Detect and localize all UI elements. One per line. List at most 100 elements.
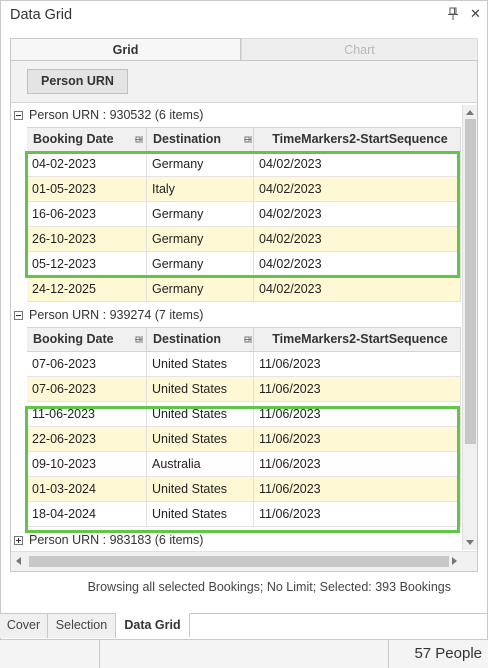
group-by-chip-person-urn[interactable]: Person URN (27, 69, 128, 94)
table-row[interactable]: 07-06-2023 United States 11/06/2023 (27, 352, 461, 377)
data-grid: Person URN : 930532 (6 items) Booking Dat… (11, 105, 461, 550)
table-cell[interactable]: 26-10-2023 (27, 227, 147, 251)
table-cell[interactable]: Germany (147, 227, 254, 251)
table-cell[interactable]: 11/06/2023 (254, 502, 461, 526)
table-cell[interactable]: 01-03-2024 (27, 477, 147, 501)
table-cell[interactable]: 24-12-2025 (27, 277, 147, 301)
vertical-scroll-thumb[interactable] (465, 119, 476, 444)
group-by-panel: Person URN (11, 61, 477, 103)
column-pin-icon[interactable] (134, 334, 143, 345)
table-cell[interactable]: 04/02/2023 (254, 177, 461, 201)
column-pin-icon[interactable] (134, 134, 143, 145)
table-cell[interactable]: 11/06/2023 (254, 402, 461, 426)
table-cell[interactable]: 04/02/2023 (254, 227, 461, 251)
group-row[interactable]: Person URN : 939274 (7 items) (11, 305, 461, 327)
column-header[interactable]: TimeMarkers2-StartSequence (254, 328, 461, 351)
table-row[interactable]: 22-06-2023 United States 11/06/2023 (27, 427, 461, 452)
table-cell[interactable]: 11-06-2023 (27, 402, 147, 426)
table-cell[interactable]: United States (147, 402, 254, 426)
table-cell[interactable]: 11/06/2023 (254, 427, 461, 451)
column-header[interactable]: Booking Date (27, 328, 147, 351)
table-cell[interactable]: United States (147, 502, 254, 526)
table-cell[interactable]: Germany (147, 277, 254, 301)
tab-cover[interactable]: Cover (0, 614, 48, 638)
tab-data-grid[interactable]: Data Grid (116, 613, 190, 637)
table-cell[interactable]: 04/02/2023 (254, 252, 461, 276)
window-title: Data Grid (10, 7, 73, 23)
table-cell[interactable]: 16-06-2023 (27, 202, 147, 226)
table-cell[interactable]: United States (147, 352, 254, 376)
table-cell[interactable]: 05-12-2023 (27, 252, 147, 276)
window-titlebar: Data Grid ✕ (0, 0, 488, 30)
group-row[interactable]: Person URN : 930532 (6 items) (11, 105, 461, 127)
table-row[interactable]: 26-10-2023 Germany 04/02/2023 (27, 227, 461, 252)
table-cell[interactable]: 07-06-2023 (27, 377, 147, 401)
table-cell[interactable]: 11/06/2023 (254, 377, 461, 401)
table-cell[interactable]: Italy (147, 177, 254, 201)
table-row[interactable]: 01-03-2024 United States 11/06/2023 (27, 477, 461, 502)
table-cell[interactable]: 07-06-2023 (27, 352, 147, 376)
vertical-scrollbar[interactable] (462, 105, 477, 550)
table-cell[interactable]: 04/02/2023 (254, 152, 461, 176)
table-cell[interactable]: 11/06/2023 (254, 477, 461, 501)
status-segment-2 (100, 640, 389, 668)
table-row[interactable]: 01-05-2023 Italy 04/02/2023 (27, 177, 461, 202)
column-header[interactable]: TimeMarkers2-StartSequence (254, 128, 461, 151)
table-row[interactable]: 16-06-2023 Germany 04/02/2023 (27, 202, 461, 227)
scroll-left-arrow-icon[interactable] (16, 557, 21, 565)
table-row[interactable]: 09-10-2023 Australia 11/06/2023 (27, 452, 461, 477)
table-row[interactable]: 07-06-2023 United States 11/06/2023 (27, 377, 461, 402)
table-row[interactable]: 24-12-2025 Germany 04/02/2023 (27, 277, 461, 302)
table-row[interactable]: 18-04-2024 United States 11/06/2023 (27, 502, 461, 527)
table-cell[interactable]: Australia (147, 452, 254, 476)
tab-selection[interactable]: Selection (48, 614, 116, 638)
column-header[interactable]: Booking Date (27, 128, 147, 151)
column-header[interactable]: Destination (147, 328, 254, 351)
people-count: 57 People (414, 645, 482, 662)
column-header-row: Booking Date Destination TimeMarkers2-Star… (27, 327, 461, 352)
table-row[interactable]: 05-12-2023 Germany 04/02/2023 (27, 252, 461, 277)
tab-chart[interactable]: Chart (241, 38, 478, 61)
table-cell[interactable]: 09-10-2023 (27, 452, 147, 476)
table-cell[interactable]: 04/02/2023 (254, 277, 461, 301)
table-cell[interactable]: Germany (147, 252, 254, 276)
group-row[interactable]: Person URN : 983183 (6 items) (11, 530, 461, 550)
group-label: Person URN : 983183 (6 items) (29, 533, 204, 547)
scroll-down-arrow-icon[interactable] (466, 540, 474, 545)
table-row[interactable]: 04-02-2023 Germany 04/02/2023 (27, 152, 461, 177)
close-icon[interactable]: ✕ (470, 6, 481, 22)
table-cell[interactable]: 04/02/2023 (254, 202, 461, 226)
table-cell[interactable]: 18-04-2024 (27, 502, 147, 526)
collapse-icon[interactable] (14, 311, 23, 320)
table-cell[interactable]: Germany (147, 152, 254, 176)
bottom-tabs: Cover Selection Data Grid (0, 613, 488, 638)
table-cell[interactable]: 04-02-2023 (27, 152, 147, 176)
table-cell[interactable]: Germany (147, 202, 254, 226)
table-cell[interactable]: 11/06/2023 (254, 452, 461, 476)
table-cell[interactable]: United States (147, 427, 254, 451)
scroll-right-arrow-icon[interactable] (452, 557, 457, 565)
column-header[interactable]: Destination (147, 128, 254, 151)
status-bar: 57 People (0, 639, 488, 668)
column-pin-icon[interactable] (243, 334, 252, 345)
table-cell[interactable]: 11/06/2023 (254, 352, 461, 376)
column-header-row: Booking Date Destination TimeMarkers2-Star… (27, 127, 461, 152)
table-row[interactable]: 11-06-2023 United States 11/06/2023 (27, 402, 461, 427)
horizontal-scrollbar[interactable] (11, 551, 477, 571)
grid-panel: Person URN Person URN : 930532 (6 items)… (10, 60, 478, 572)
table-cell[interactable]: 22-06-2023 (27, 427, 147, 451)
group-label: Person URN : 939274 (7 items) (29, 308, 204, 322)
browse-status-text: Browsing all selected Bookings; No Limit… (87, 580, 451, 594)
horizontal-scroll-thumb[interactable] (29, 556, 449, 567)
expand-icon[interactable] (14, 536, 23, 545)
table-cell[interactable]: United States (147, 377, 254, 401)
table-cell[interactable]: United States (147, 477, 254, 501)
collapse-icon[interactable] (14, 111, 23, 120)
view-tabs: Grid Chart (10, 38, 478, 61)
status-segment-1 (0, 640, 100, 668)
column-pin-icon[interactable] (243, 134, 252, 145)
pin-icon[interactable] (447, 7, 459, 21)
scroll-up-arrow-icon[interactable] (466, 110, 474, 115)
table-cell[interactable]: 01-05-2023 (27, 177, 147, 201)
tab-grid[interactable]: Grid (10, 38, 241, 61)
